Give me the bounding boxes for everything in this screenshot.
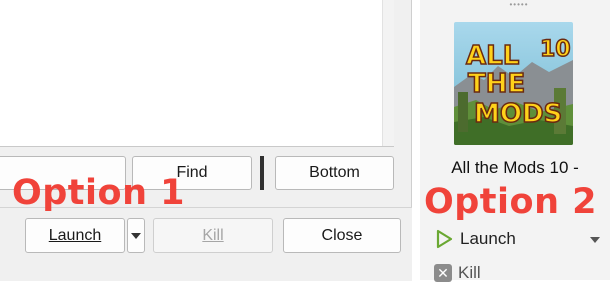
launch-button-label: Launch (48, 226, 102, 244)
sidebar-kill-action[interactable]: ✕ Kill (434, 263, 481, 283)
close-button[interactable]: Close (283, 218, 401, 253)
chevron-down-icon (131, 232, 141, 239)
launch-button[interactable]: Launch (25, 218, 125, 253)
close-button-label: Close (321, 226, 363, 244)
instance-icon[interactable]: ALL 10 THE MODS (454, 22, 573, 145)
kill-icon: ✕ (434, 264, 452, 282)
console-window: Find Bottom Launch Kill Close (0, 0, 412, 281)
option-1-annotation: Option 1 (12, 173, 186, 213)
launch-dropdown-button[interactable] (127, 218, 145, 253)
log-scrollbar[interactable] (382, 0, 394, 146)
sidebar-launch-label: Launch (460, 229, 516, 248)
toolbar-separator (260, 156, 264, 190)
kill-button[interactable]: Kill (153, 218, 273, 253)
instance-sidebar: ••••• ALL 10 THE MODS All the Mods 10 - … (420, 0, 610, 283)
sidebar-kill-label: Kill (458, 263, 481, 282)
art-text-10: 10 (540, 37, 571, 62)
art-text-all: ALL (466, 41, 519, 71)
instance-artwork: ALL 10 THE MODS (454, 22, 573, 145)
log-output-area[interactable] (0, 0, 394, 147)
launch-options-chevron-icon[interactable] (590, 237, 600, 243)
instance-name: All the Mods 10 - (451, 158, 579, 177)
kill-button-label: Kill (202, 226, 224, 244)
bottom-button[interactable]: Bottom (275, 156, 394, 190)
play-icon (436, 229, 453, 249)
sidebar-launch-action[interactable]: Launch (434, 229, 516, 249)
window-border (411, 0, 412, 207)
bottom-button-label: Bottom (309, 164, 360, 181)
art-text-the: THE (468, 69, 525, 99)
art-text-mods: MODS (474, 99, 562, 129)
drag-handle-icon[interactable]: ••••• (507, 1, 531, 9)
option-2-annotation: Option 2 (424, 182, 598, 222)
